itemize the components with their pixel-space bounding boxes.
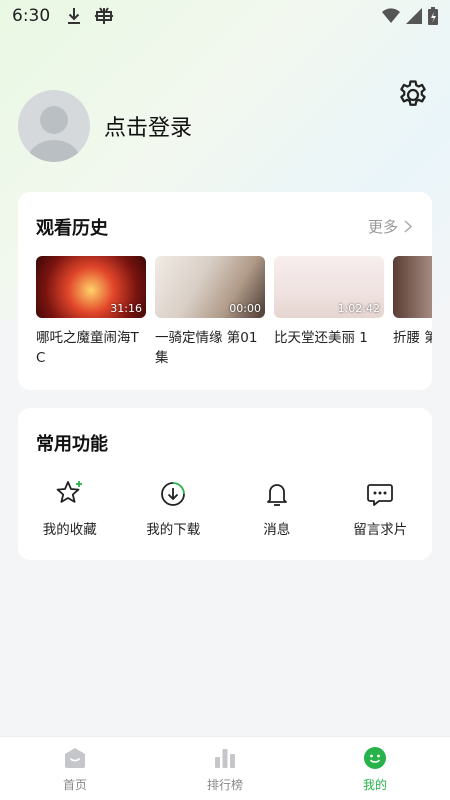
- messages-button[interactable]: 消息: [225, 478, 329, 538]
- history-item[interactable]: 00:00 一骑定情缘 第01集: [155, 256, 265, 368]
- video-title: 一骑定情缘 第01集: [155, 330, 258, 366]
- avatar[interactable]: [18, 90, 90, 162]
- status-indicators: [382, 7, 438, 25]
- profile-header[interactable]: 点击登录: [18, 90, 192, 162]
- status-time: 6:30: [12, 6, 51, 26]
- wifi-icon: [382, 8, 400, 23]
- bug-status-icon: [94, 7, 114, 25]
- default-avatar-icon: [28, 106, 80, 162]
- download-status-icon: [66, 7, 82, 25]
- video-title: 哪吒之魔童闹海TC: [36, 330, 139, 366]
- download-icon: [161, 482, 186, 506]
- signal-icon: [406, 8, 422, 24]
- nav-label: 排行榜: [206, 778, 243, 792]
- nav-profile[interactable]: 我的: [300, 737, 450, 800]
- video-thumbnail[interactable]: [393, 256, 432, 318]
- video-title: 折腰 第: [393, 330, 432, 346]
- watch-history-card: 观看历史 更多 31:16 哪吒之魔童闹海TC 00:00 一骑定情缘 第01集…: [18, 192, 432, 390]
- video-thumbnail[interactable]: 00:00: [155, 256, 265, 318]
- profile-icon: [364, 747, 386, 769]
- login-link[interactable]: 点击登录: [104, 110, 192, 142]
- request-video-button[interactable]: 留言求片: [329, 478, 433, 538]
- more-history-link[interactable]: 更多: [368, 216, 412, 237]
- functions-row: 我的收藏 我的下载 消息 留言求片: [18, 478, 432, 538]
- history-item[interactable]: 31:16 哪吒之魔童闹海TC: [36, 256, 146, 368]
- nav-label: 首页: [62, 778, 87, 792]
- more-label: 更多: [367, 218, 398, 236]
- watch-history-title: 观看历史: [36, 218, 108, 239]
- video-thumbnail[interactable]: 1:02:42: [274, 256, 384, 318]
- nav-label: 我的: [362, 778, 387, 792]
- nav-home[interactable]: 首页: [0, 737, 150, 800]
- common-functions-card: 常用功能 我的收藏 我的下载 消息 留言求片: [18, 408, 432, 560]
- nav-ranking[interactable]: 排行榜: [150, 737, 300, 800]
- downloads-button[interactable]: 我的下载: [122, 478, 226, 538]
- home-icon: [65, 748, 85, 768]
- star-icon: [56, 481, 82, 503]
- common-functions-title: 常用功能: [36, 434, 108, 455]
- video-duration: 1:02:42: [337, 302, 380, 315]
- history-list[interactable]: 31:16 哪吒之魔童闹海TC 00:00 一骑定情缘 第01集 1:02:42…: [36, 256, 432, 376]
- history-item[interactable]: 折腰 第: [393, 256, 432, 348]
- bell-icon: [266, 484, 287, 506]
- function-label: 我的收藏: [42, 522, 97, 538]
- status-bar: 6:30: [0, 0, 450, 32]
- gear-icon: [400, 80, 426, 106]
- function-label: 留言求片: [353, 522, 408, 538]
- video-thumbnail[interactable]: 31:16: [36, 256, 146, 318]
- function-label: 我的下载: [146, 522, 201, 538]
- chevron-right-icon: [404, 220, 412, 233]
- history-item[interactable]: 1:02:42 比天堂还美丽 1: [274, 256, 384, 348]
- battery-icon: [428, 7, 438, 25]
- video-duration: 31:16: [110, 302, 142, 315]
- settings-button[interactable]: [396, 78, 430, 112]
- message-icon: [367, 484, 394, 506]
- favorites-button[interactable]: 我的收藏: [18, 478, 122, 538]
- video-duration: 00:00: [229, 302, 261, 315]
- ranking-icon: [215, 749, 235, 768]
- video-title: 比天堂还美丽 1: [274, 330, 368, 346]
- function-label: 消息: [263, 522, 291, 538]
- bottom-navigation: 首页 排行榜 我的: [0, 736, 450, 800]
